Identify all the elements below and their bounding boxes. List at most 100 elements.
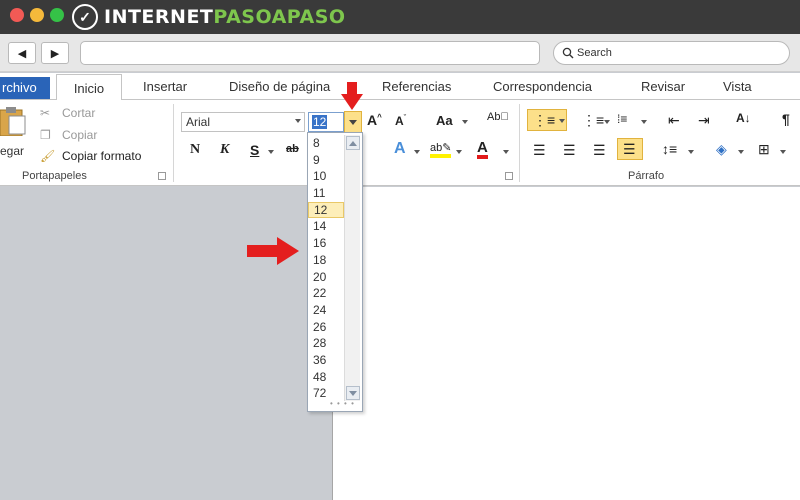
bold-button[interactable]: N <box>190 142 200 158</box>
chevron-down-icon[interactable] <box>456 150 462 154</box>
change-case-icon[interactable]: Aa <box>436 113 453 128</box>
sort-icon[interactable]: A↓ <box>736 111 751 125</box>
font-size-option[interactable]: 24 <box>308 302 344 319</box>
underline-button[interactable]: S <box>250 142 259 158</box>
font-size-option[interactable]: 22 <box>308 285 344 302</box>
justify-icon: ☰ <box>623 141 636 157</box>
font-size-option[interactable]: 48 <box>308 369 344 386</box>
highlight-color-icon[interactable]: ab✎ <box>430 141 452 158</box>
forward-button[interactable]: ▶ <box>41 42 69 64</box>
copy-button[interactable]: ❐ Copiar <box>40 128 97 142</box>
document-page[interactable] <box>332 187 800 500</box>
font-size-option[interactable]: 10 <box>308 168 344 185</box>
align-left-icon[interactable]: ☰ <box>533 142 546 159</box>
tab-insertar[interactable]: Insertar <box>143 79 187 94</box>
font-size-option[interactable]: 20 <box>308 269 344 286</box>
scroll-up-button[interactable] <box>346 136 360 150</box>
chevron-down-icon[interactable] <box>738 150 744 154</box>
font-size-option[interactable]: 28 <box>308 335 344 352</box>
font-size-options: 8 9 10 11 12 14 16 18 20 22 24 26 28 36 48 72 <box>308 135 344 402</box>
paste-icon[interactable] <box>0 106 26 136</box>
font-size-option[interactable]: 8 <box>308 135 344 152</box>
chevron-down-icon[interactable] <box>268 150 274 154</box>
chevron-down-icon[interactable] <box>503 150 509 154</box>
resize-grip-icon[interactable]: • • • • <box>330 399 355 408</box>
scrollbar[interactable] <box>344 135 360 401</box>
increase-indent-icon[interactable]: ⇥ <box>698 112 710 129</box>
tab-revisar[interactable]: Revisar <box>641 79 685 94</box>
font-size-value: 12 <box>312 115 328 129</box>
bullets-list-icon: ⋮≡ <box>533 112 556 128</box>
logo-text: INTERNETPASOAPASO <box>104 6 346 28</box>
pilcrow-icon[interactable]: ¶ <box>782 111 790 127</box>
format-painter-label: Copiar formato <box>62 149 142 163</box>
numbering-list-icon[interactable]: ⋮≡ <box>582 112 604 129</box>
window-title-bar: ✓ INTERNETPASOAPASO <box>0 0 800 34</box>
tab-diseno-pagina[interactable]: Diseño de página <box>229 79 330 94</box>
font-size-option[interactable]: 14 <box>308 218 344 235</box>
line-spacing-icon[interactable]: ↕≡ <box>662 141 677 157</box>
back-button[interactable]: ◀ <box>8 42 36 64</box>
format-painter-button[interactable]: 🖌 Copiar formato <box>40 149 141 163</box>
font-size-option[interactable]: 9 <box>308 152 344 169</box>
chevron-down-icon <box>295 119 301 123</box>
tab-archivo[interactable]: rchivo <box>0 77 50 99</box>
font-size-option[interactable]: 26 <box>308 319 344 336</box>
watermark-logo: ✓ INTERNETPASOAPASO <box>72 3 346 31</box>
chevron-down-icon[interactable] <box>641 120 647 124</box>
forward-arrow-icon: ▶ <box>50 47 60 60</box>
copy-label: Copiar <box>62 128 98 142</box>
multilevel-list-icon[interactable]: ⁞≡ <box>617 112 627 126</box>
search-field[interactable]: Search <box>553 41 790 65</box>
back-arrow-icon: ◀ <box>17 47 27 60</box>
zoom-window-button[interactable] <box>50 8 64 22</box>
borders-icon[interactable]: ⊞ <box>758 141 770 158</box>
minimize-window-button[interactable] <box>30 8 44 22</box>
document-margin-area <box>0 187 332 500</box>
tab-inicio[interactable]: Inicio <box>56 74 122 101</box>
grow-font-icon[interactable]: A^ <box>367 112 382 128</box>
chevron-down-icon[interactable] <box>414 150 420 154</box>
font-size-list[interactable]: 8 9 10 11 12 14 16 18 20 22 24 26 28 36 48 72 • • • • <box>307 132 363 412</box>
chevron-down-icon <box>559 119 565 123</box>
scroll-down-button[interactable] <box>346 386 360 400</box>
chevron-down-icon[interactable] <box>688 150 694 154</box>
font-size-option[interactable]: 12 <box>308 201 344 219</box>
logo-icon: ✓ <box>72 4 98 30</box>
italic-button[interactable]: K <box>220 142 229 158</box>
font-size-option[interactable]: 18 <box>308 252 344 269</box>
tab-referencias[interactable]: Referencias <box>382 79 451 94</box>
close-window-button[interactable] <box>10 8 24 22</box>
shading-icon[interactable]: ◈ <box>716 141 727 158</box>
paintbrush-icon: 🖌 <box>40 149 56 163</box>
strikethrough-icon[interactable]: ab <box>286 143 299 155</box>
align-right-icon[interactable]: ☰ <box>593 142 606 159</box>
tab-correspondencia[interactable]: Correspondencia <box>493 79 592 94</box>
paste-button-label[interactable]: egar <box>0 144 24 158</box>
tab-vista[interactable]: Vista <box>723 79 752 94</box>
clear-formatting-icon[interactable]: Ab⃠ <box>487 111 509 123</box>
font-size-option[interactable]: 16 <box>308 235 344 252</box>
font-name-select[interactable]: Arial <box>181 112 305 132</box>
decrease-indent-icon[interactable]: ⇤ <box>668 112 680 129</box>
font-size-dropdown-button[interactable] <box>344 111 362 133</box>
chevron-down-icon[interactable] <box>462 120 468 124</box>
font-size-option[interactable]: 11 <box>308 185 344 202</box>
bullets-button[interactable]: ⋮≡ <box>527 109 567 131</box>
chevron-down-icon[interactable] <box>604 120 610 124</box>
justify-button[interactable]: ☰ <box>617 138 643 160</box>
cut-button[interactable]: ✂ Cortar <box>40 106 95 120</box>
shrink-font-icon[interactable]: Aˇ <box>395 114 406 128</box>
font-color-icon[interactable]: A <box>477 140 488 159</box>
text-effects-icon[interactable]: A <box>394 140 406 158</box>
align-center-icon[interactable]: ☰ <box>563 142 576 159</box>
chevron-down-icon <box>349 390 357 396</box>
font-size-option[interactable]: 36 <box>308 352 344 369</box>
font-size-input[interactable]: 12 <box>308 112 344 132</box>
arrow-right-icon <box>247 237 299 265</box>
font-dialog-launcher-icon[interactable] <box>505 172 513 180</box>
chevron-down-icon <box>349 119 357 125</box>
address-bar[interactable] <box>80 41 540 65</box>
clipboard-dialog-launcher-icon[interactable] <box>158 172 166 180</box>
chevron-down-icon[interactable] <box>780 150 786 154</box>
